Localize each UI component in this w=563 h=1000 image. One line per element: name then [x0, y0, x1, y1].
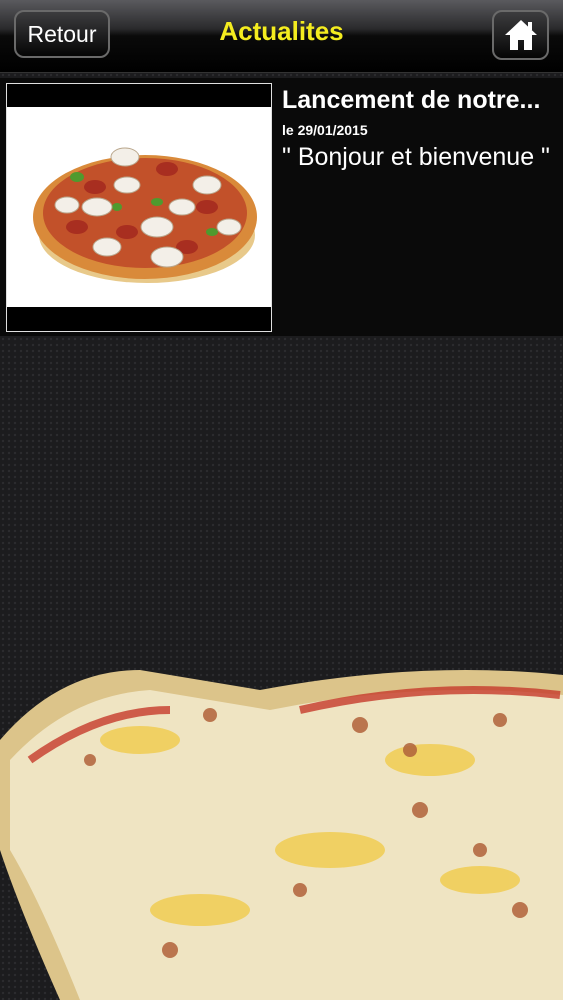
news-text: Lancement de notre... le 29/01/2015 " Bo… — [282, 84, 552, 175]
background-pizza-image — [0, 670, 563, 1000]
back-button-label: Retour — [27, 20, 97, 47]
news-title: Lancement de notre... — [282, 86, 541, 114]
news-excerpt: " Bonjour et bienvenue " — [282, 143, 550, 171]
news-thumbnail — [6, 83, 272, 332]
top-bar: Retour Actualites — [0, 0, 563, 73]
news-date: le 29/01/2015 — [282, 122, 368, 138]
home-icon — [504, 20, 537, 50]
home-button[interactable] — [492, 10, 549, 60]
page-title: Actualites — [219, 16, 344, 46]
back-button[interactable]: Retour — [14, 10, 110, 58]
news-list-item[interactable]: Lancement de notre... le 29/01/2015 " Bo… — [0, 78, 563, 336]
pizza-image — [33, 147, 257, 283]
